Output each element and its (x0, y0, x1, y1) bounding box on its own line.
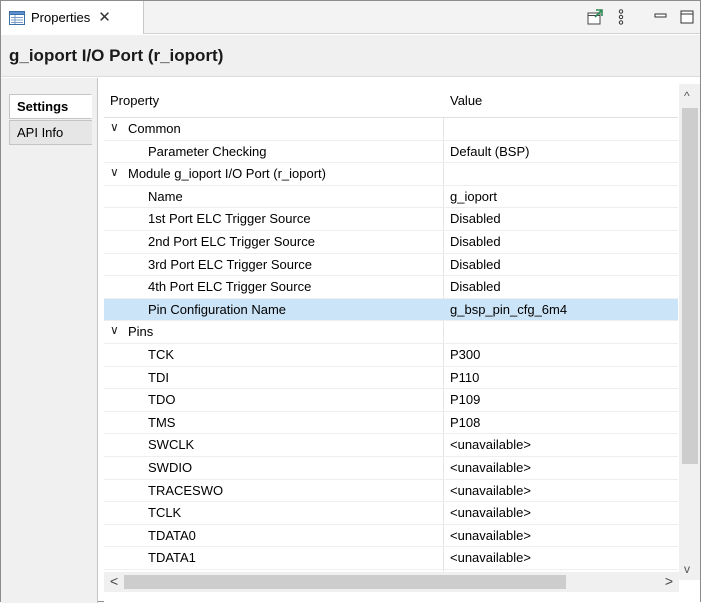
property-name-cell: TDI (148, 369, 169, 385)
property-value-cell[interactable]: <unavailable> (450, 550, 531, 565)
property-name-cell: Name (148, 188, 183, 204)
view-tab-bar: Properties ✕ (1, 1, 700, 34)
category-row[interactable]: ∨ Common (104, 118, 678, 141)
table-body: ∨ Common Parameter Checking Default (BSP) ∨ M… (104, 118, 678, 593)
side-tab-list: Settings API Info (1, 78, 98, 603)
table-row[interactable]: TDO P109 (104, 389, 678, 412)
property-name-cell: 4th Port ELC Trigger Source (148, 279, 312, 295)
tab-settings[interactable]: Settings (9, 94, 92, 119)
property-name-cell: Module g_ioport I/O Port (r_ioport) (128, 166, 326, 182)
properties-view-icon (9, 10, 25, 25)
table-row[interactable]: 1st Port ELC Trigger Source Disabled (104, 208, 678, 231)
horizontal-scroll-thumb[interactable] (124, 575, 566, 589)
property-name-cell: TCLK (148, 505, 182, 521)
property-value-cell[interactable]: <unavailable> (450, 483, 531, 498)
scroll-down-icon[interactable]: v (684, 562, 690, 576)
close-icon[interactable]: ✕ (98, 10, 111, 25)
property-value-cell[interactable]: g_bsp_pin_cfg_6m4 (450, 302, 567, 317)
table-header: Property Value (104, 84, 678, 118)
property-name-cell: TDATA0 (148, 527, 196, 543)
property-name-cell: TDO (148, 392, 176, 408)
category-row[interactable]: ∨ Module g_ioport I/O Port (r_ioport) (104, 163, 678, 186)
property-name-cell: TRACESWO (148, 482, 224, 498)
property-value-cell[interactable]: <unavailable> (450, 528, 531, 543)
property-value-cell[interactable]: Disabled (450, 234, 501, 249)
tab-api-info[interactable]: API Info (9, 120, 92, 145)
property-value-cell[interactable]: P110 (450, 370, 479, 385)
property-name-cell: 1st Port ELC Trigger Source (148, 211, 311, 227)
column-header-value[interactable]: Value (450, 93, 482, 108)
table-row[interactable]: TDI P110 (104, 367, 678, 390)
scroll-up-icon[interactable]: ^ (684, 89, 690, 103)
property-value-cell[interactable]: Default (BSP) (450, 144, 529, 159)
table-row[interactable]: 2nd Port ELC Trigger Source Disabled (104, 231, 678, 254)
table-row[interactable]: TCLK <unavailable> (104, 502, 678, 525)
property-value-cell[interactable]: <unavailable> (450, 505, 531, 520)
table-row[interactable]: TDATA1 <unavailable> (104, 547, 678, 570)
horizontal-scrollbar[interactable]: < > (104, 572, 679, 592)
chevron-down-icon[interactable]: ∨ (110, 323, 119, 337)
property-name-cell: TMS (148, 414, 176, 430)
properties-tab-label: Properties (31, 10, 91, 25)
table-row[interactable]: TCK P300 (104, 344, 678, 367)
property-name-cell: Parameter Checking (148, 143, 267, 159)
property-name-cell: SWCLK (148, 437, 195, 453)
property-name-cell: TCK (148, 346, 174, 362)
property-value-cell[interactable]: P300 (450, 347, 480, 362)
maximize-icon[interactable] (678, 8, 696, 26)
properties-title-bar: g_ioport I/O Port (r_ioport) (1, 35, 700, 77)
minimize-icon[interactable] (652, 8, 670, 26)
column-header-property[interactable]: Property (110, 93, 159, 108)
table-row[interactable]: Name g_ioport (104, 186, 678, 209)
property-name-cell: SWDIO (148, 459, 193, 475)
scroll-right-icon[interactable]: > (665, 573, 673, 589)
chevron-down-icon[interactable]: ∨ (110, 120, 119, 134)
table-row[interactable]: 3rd Port ELC Trigger Source Disabled (104, 254, 678, 277)
category-row[interactable]: ∨ Pins (104, 321, 678, 344)
pin-view-icon[interactable] (586, 8, 604, 26)
vertical-scrollbar[interactable]: ^ v (679, 84, 700, 580)
chevron-down-icon[interactable]: ∨ (110, 165, 119, 179)
side-tab-divider (97, 78, 98, 603)
property-value-cell[interactable]: <unavailable> (450, 460, 531, 475)
table-row[interactable]: Pin Configuration Name g_bsp_pin_cfg_6m4 (104, 298, 678, 322)
table-row[interactable]: TRACESWO <unavailable> (104, 480, 678, 503)
property-name-cell: Common (128, 121, 181, 136)
property-table[interactable]: Property Value ∨ Common Parameter Checking… (104, 84, 700, 603)
property-value-cell[interactable]: P108 (450, 415, 480, 430)
table-row[interactable]: 4th Port ELC Trigger Source Disabled (104, 276, 678, 299)
property-value-cell[interactable]: g_ioport (450, 189, 497, 204)
table-row[interactable]: TDATA0 <unavailable> (104, 525, 678, 548)
property-value-cell[interactable]: Disabled (450, 279, 501, 294)
property-value-cell[interactable]: Disabled (450, 257, 501, 272)
property-value-cell[interactable]: <unavailable> (450, 437, 531, 452)
properties-view: Properties ✕ g_ioport I/O Port (r_ioport… (0, 0, 701, 603)
table-row[interactable]: TMS P108 (104, 412, 678, 435)
property-name-cell: Pin Configuration Name (148, 301, 287, 317)
property-value-cell[interactable]: Disabled (450, 211, 501, 226)
vertical-scroll-thumb[interactable] (682, 108, 698, 464)
table-row[interactable]: SWCLK <unavailable> (104, 434, 678, 457)
tab-api-info-label: API Info (17, 125, 64, 140)
property-name-cell: TDATA1 (148, 550, 196, 566)
table-row[interactable]: Parameter Checking Default (BSP) (104, 141, 678, 164)
property-name-cell: Pins (128, 324, 154, 340)
property-name-cell: 3rd Port ELC Trigger Source (148, 256, 313, 272)
property-value-cell[interactable]: P109 (450, 392, 480, 407)
property-name-cell: 2nd Port ELC Trigger Source (148, 233, 315, 249)
page-title: g_ioport I/O Port (r_ioport) (9, 45, 224, 65)
properties-tab[interactable]: Properties ✕ (1, 1, 144, 34)
table-row[interactable]: SWDIO <unavailable> (104, 457, 678, 480)
tab-settings-label: Settings (17, 99, 69, 114)
view-menu-icon[interactable] (612, 8, 630, 26)
scroll-left-icon[interactable]: < (110, 573, 118, 589)
